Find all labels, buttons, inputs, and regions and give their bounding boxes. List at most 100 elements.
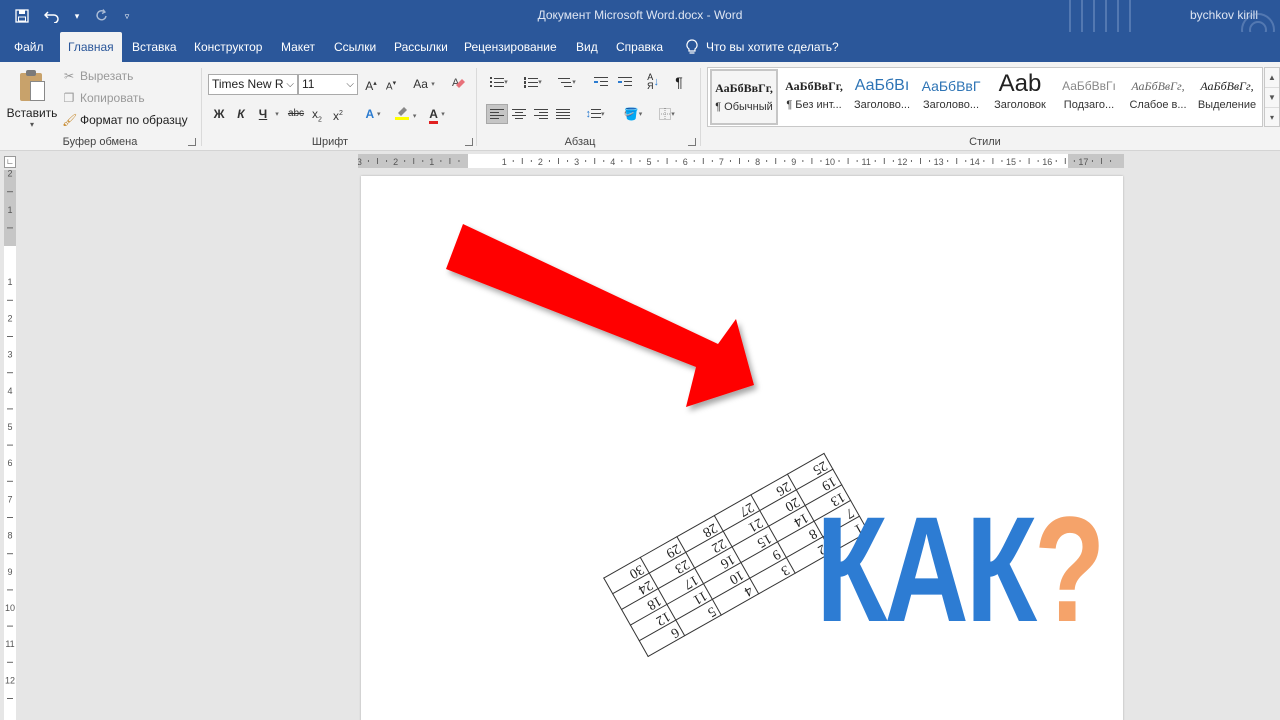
ruler-label: 2: [538, 157, 543, 167]
justify-button[interactable]: [552, 104, 574, 124]
numbering-button[interactable]: ▾: [518, 72, 548, 92]
tab-mailings[interactable]: Рассылки: [386, 32, 456, 62]
shrink-font-button[interactable]: A▾: [382, 74, 400, 94]
decrease-indent-button[interactable]: [590, 72, 612, 92]
ruler-label: 11: [862, 157, 871, 167]
align-right-button[interactable]: [530, 104, 552, 124]
align-left-icon: [490, 109, 504, 119]
ruler-label: 8: [755, 157, 760, 167]
style-preview: АаБбВвГ: [921, 78, 981, 94]
tab-file[interactable]: Файл: [6, 32, 52, 62]
cut-button[interactable]: ✂ Вырезать: [62, 66, 133, 86]
bullets-button[interactable]: ▾: [484, 72, 514, 92]
ruler-label: 2: [393, 157, 398, 167]
style-preview: АаБбВı: [854, 77, 910, 94]
paste-button[interactable]: Вставить ▾: [6, 66, 58, 132]
tab-help[interactable]: Справка: [608, 32, 671, 62]
text-effects-button[interactable]: A ▾: [358, 104, 388, 124]
ruler-label: 10: [825, 157, 835, 167]
show-formatting-button[interactable]: ¶: [668, 72, 690, 92]
clipboard-launcher-icon[interactable]: [188, 138, 196, 146]
borders-icon: [659, 108, 672, 120]
ruler-label: 16: [1042, 157, 1052, 167]
style-preview: Aab: [998, 70, 1042, 97]
clear-formatting-button[interactable]: A: [450, 74, 468, 94]
divider: [476, 68, 477, 146]
font-name-combo[interactable]: Times New R ⌵: [208, 74, 298, 95]
tab-home[interactable]: Главная: [60, 32, 122, 62]
multilevel-list-button[interactable]: ▾: [552, 72, 582, 92]
tell-me-box[interactable]: Что вы хотите сделать?: [686, 32, 839, 62]
tab-layout[interactable]: Макет: [273, 32, 323, 62]
font-group-label: Шрифт: [311, 136, 349, 148]
ruler-label: 2: [7, 313, 12, 323]
style-emphasis[interactable]: АаБбВвГг, Выделение: [1193, 69, 1261, 125]
line-spacing-button[interactable]: ↕ ▾: [580, 104, 610, 124]
subscript-button[interactable]: x2: [309, 104, 325, 124]
horizontal-ruler-ticks: 3 2 1 1 2 3 4 5 6 7 8 9 10 11 12 13 14 15 16 17: [358, 157, 1112, 167]
align-center-button[interactable]: [508, 104, 530, 124]
paintbrush-icon: 🖌: [62, 113, 78, 127]
gallery-more-icon[interactable]: ▾: [1265, 108, 1279, 128]
bold-button[interactable]: Ж: [210, 104, 228, 124]
tab-design[interactable]: Конструктор: [186, 32, 270, 62]
align-left-button[interactable]: [486, 104, 508, 124]
style-heading-2[interactable]: АаБбВвГ Заголово...: [917, 69, 985, 125]
ribbon-tabs: Файл Главная Вставка Конструктор Макет С…: [0, 32, 1280, 62]
increase-indent-button[interactable]: [614, 72, 636, 92]
format-painter-button[interactable]: 🖌 Формат по образцу: [62, 110, 188, 130]
highlight-button[interactable]: ▾: [390, 104, 420, 124]
chevron-down-icon: ⌵: [286, 79, 294, 90]
style-heading-1[interactable]: АаБбВı Заголово...: [848, 69, 916, 125]
horizontal-ruler[interactable]: 3 2 1 1 2 3 4 5 6 7 8 9 10 11 12 13 14 15 16 17: [358, 154, 1124, 168]
style-name: Слабое в...: [1129, 99, 1187, 111]
superscript-button[interactable]: x2: [330, 104, 346, 124]
change-case-button[interactable]: Aa ▾: [410, 74, 438, 94]
style-name: Подзаго...: [1063, 99, 1115, 111]
styles-group-label: Стили: [969, 136, 1001, 148]
tab-references[interactable]: Ссылки: [326, 32, 384, 62]
document-page[interactable]: 1 2 3 4 5 6 7 8 9 10 11 12 13 14 15 16 17 18 19 20 21 22 23 24 2…: [361, 176, 1123, 720]
ruler-label: 12: [897, 157, 907, 167]
grow-font-button[interactable]: A▴: [362, 74, 380, 94]
gallery-down-icon[interactable]: ▼: [1265, 88, 1279, 108]
scissors-icon: ✂: [63, 69, 75, 83]
ruler-label: 7: [7, 494, 12, 504]
tab-insert[interactable]: Вставка: [124, 32, 185, 62]
ruler-label: 9: [7, 567, 12, 577]
underline-dropdown-icon[interactable]: ▾: [272, 104, 282, 124]
style-name: Заголово...: [853, 99, 911, 111]
font-size-combo[interactable]: 11 ⌵: [298, 74, 358, 95]
style-subtitle[interactable]: АаБбВвГı Подзаго...: [1055, 69, 1123, 125]
copy-button[interactable]: ❐ Копировать: [62, 88, 145, 108]
tab-selector-icon[interactable]: ∟: [4, 156, 16, 168]
paste-dropdown-icon[interactable]: ▾: [6, 120, 58, 129]
align-right-icon: [534, 109, 548, 119]
ruler-label: 3: [7, 350, 12, 360]
gallery-up-icon[interactable]: ▲: [1265, 68, 1279, 88]
underline-button[interactable]: Ч: [254, 104, 272, 124]
paragraph-launcher-icon[interactable]: [688, 138, 696, 146]
paint-bucket-icon: 🪣: [623, 107, 639, 121]
style-subtle-emphasis[interactable]: АаБбВвГг, Слабое в...: [1124, 69, 1192, 125]
sort-button[interactable]: А Я ↓: [642, 72, 664, 92]
style-name: Заголово...: [922, 99, 980, 111]
vertical-ruler[interactable]: 2 1 1 2 3 4 5 6 7 8 9 10 11 12: [4, 170, 16, 720]
strikethrough-button[interactable]: abc: [285, 104, 307, 124]
ruler-label: 14: [970, 157, 980, 167]
borders-button[interactable]: ▾: [652, 104, 682, 124]
font-color-button[interactable]: A ▾: [422, 104, 452, 124]
style-normal[interactable]: АаБбВвГг, ¶ Обычный: [710, 69, 778, 125]
tab-view[interactable]: Вид: [568, 32, 606, 62]
ruler-label: 13: [934, 157, 944, 167]
tab-review[interactable]: Рецензирование: [456, 32, 565, 62]
copy-label: Копировать: [80, 91, 145, 105]
shading-button[interactable]: 🪣 ▾: [618, 104, 648, 124]
decrease-indent-icon: [594, 77, 608, 87]
vertical-ruler-ticks: 21123456789101112: [5, 170, 15, 699]
divider: [201, 68, 202, 146]
italic-button[interactable]: К: [232, 104, 250, 124]
font-launcher-icon[interactable]: [465, 138, 473, 146]
style-no-spacing[interactable]: АаБбВвГг, ¶ Без инт...: [780, 69, 848, 125]
style-title[interactable]: Aab Заголовок: [986, 69, 1054, 125]
